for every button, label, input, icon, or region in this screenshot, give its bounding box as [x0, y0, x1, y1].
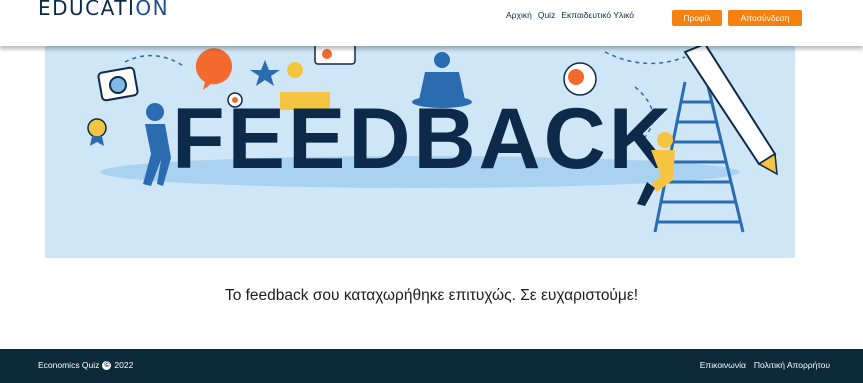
footer-privacy-link[interactable]: Πολιτική Απορρήτου: [754, 360, 830, 370]
footer-contact-link[interactable]: Επικοινωνία: [700, 360, 746, 370]
logout-button[interactable]: Αποσύνδεση: [728, 10, 802, 26]
footer-brand: Economics Quiz: [38, 360, 100, 370]
copyright-icon: ©: [102, 360, 112, 370]
logo-o-glyph: ON: [135, 0, 170, 20]
profile-button[interactable]: Προφίλ: [672, 10, 722, 26]
site-footer: Economics Quiz © 2022 Επικοινωνία Πολιτι…: [0, 349, 863, 383]
video-card-icon: [314, 43, 356, 65]
feedback-word: FEEDBACK: [172, 91, 674, 187]
main-nav: Αρχική Quiz Εκπαιδευτικό Υλικό: [506, 10, 634, 20]
logo-text: EDUCATI: [38, 0, 136, 20]
feedback-banner-illustration: FEEDBACK: [45, 42, 795, 258]
nav-home-link[interactable]: Αρχική: [506, 10, 532, 20]
camera-icon: [97, 66, 139, 102]
pencil-illustration: [683, 42, 778, 176]
success-message: Το feedback σου καταχωρήθηκε επιτυχώς. Σ…: [224, 287, 639, 304]
yellow-dot: [287, 62, 303, 78]
top-navbar: EDUCATION Αρχική Quiz Εκπαιδευτικό Υλικό…: [0, 0, 863, 46]
award-badge-icon: [87, 118, 107, 146]
star-icon: [250, 60, 280, 86]
footer-links: Επικοινωνία Πολιτική Απορρήτου: [700, 360, 830, 370]
speech-bubble-icon: [195, 48, 232, 90]
nav-quiz-link[interactable]: Quiz: [538, 10, 555, 20]
footer-copyright: Economics Quiz © 2022: [38, 360, 133, 370]
nav-material-link[interactable]: Εκπαιδευτικό Υλικό: [561, 10, 634, 20]
footer-year: 2022: [114, 360, 134, 370]
feedback-illustration: FEEDBACK: [87, 42, 778, 233]
site-logo[interactable]: EDUCATION: [38, 0, 169, 20]
